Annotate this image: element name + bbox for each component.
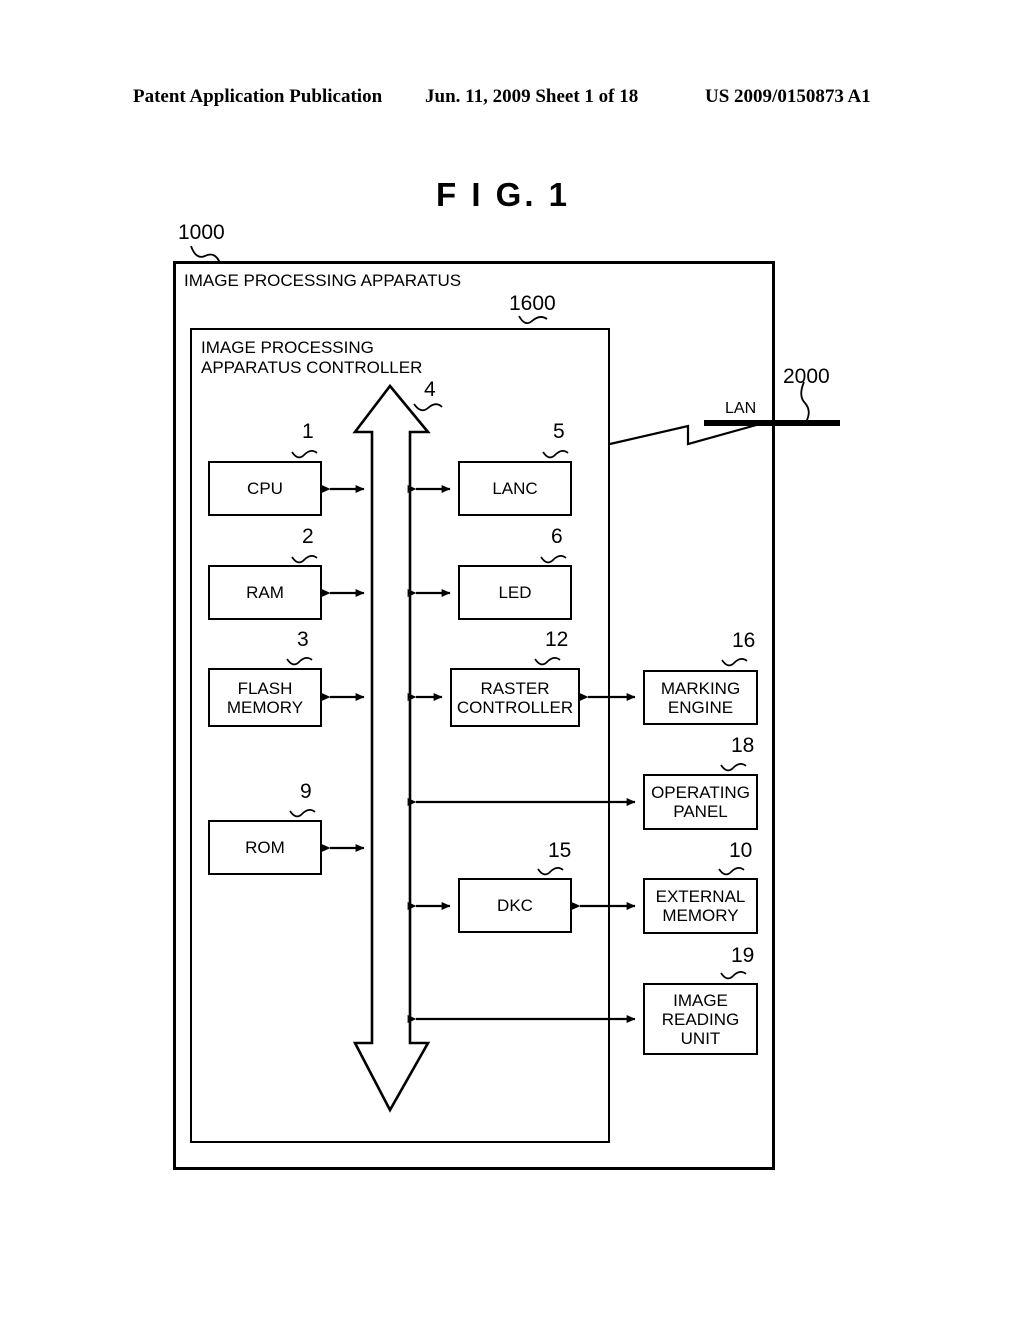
block-raster-controller-label-line1: RASTER bbox=[480, 678, 550, 698]
controller-label-line1: IMAGE PROCESSING bbox=[201, 338, 374, 357]
block-flash-memory-label-line1: FLASH bbox=[237, 678, 293, 698]
block-dkc: DKC bbox=[458, 878, 572, 933]
block-lanc: LANC bbox=[458, 461, 572, 516]
reference-4-bus: 4 bbox=[424, 378, 436, 401]
block-marking-engine-label-line2: ENGINE bbox=[667, 697, 734, 717]
reference-1600: 1600 bbox=[509, 292, 556, 315]
reference-5-lanc: 5 bbox=[553, 420, 565, 443]
figure-title: F I G. 1 bbox=[436, 176, 571, 213]
block-image-reading-unit: IMAGE READING UNIT bbox=[643, 983, 758, 1055]
block-external-memory-label-line1: EXTERNAL bbox=[655, 887, 746, 906]
image-processing-apparatus-controller-frame bbox=[190, 328, 610, 1143]
block-image-reading-unit-label-line1: IMAGE bbox=[673, 990, 728, 1010]
reference-6-led: 6 bbox=[551, 525, 563, 548]
block-marking-engine: MARKING ENGINE bbox=[643, 670, 758, 725]
block-marking-engine-label-line1: MARKING bbox=[660, 678, 741, 698]
block-operating-panel-label-line2: PANEL bbox=[673, 802, 728, 821]
publication-header: Patent Application Publication Jun. 11, … bbox=[0, 86, 1024, 114]
reference-9-rom: 9 bbox=[300, 780, 312, 803]
block-raster-controller: RASTER CONTROLLER bbox=[450, 668, 580, 727]
reference-2000-lan: 2000 bbox=[783, 365, 830, 388]
controller-label-line2: APPARATUS CONTROLLER bbox=[201, 358, 423, 377]
block-led: LED bbox=[458, 565, 572, 620]
block-rom: ROM bbox=[208, 820, 322, 875]
reference-10-external-memory: 10 bbox=[729, 839, 753, 862]
block-flash-memory: FLASH MEMORY bbox=[208, 668, 322, 727]
block-led-label: LED bbox=[498, 583, 532, 602]
reference-3-flash-memory: 3 bbox=[297, 628, 309, 651]
block-external-memory: EXTERNAL MEMORY bbox=[643, 878, 758, 934]
reference-18-operating-panel: 18 bbox=[731, 734, 755, 757]
reference-12-raster-controller: 12 bbox=[545, 628, 569, 651]
image-processing-apparatus-label: IMAGE PROCESSING APPARATUS bbox=[184, 271, 462, 290]
publication-header-number: US 2009/0150873 A1 bbox=[705, 86, 871, 107]
reference-1000: 1000 bbox=[178, 221, 225, 244]
block-operating-panel: OPERATING PANEL bbox=[643, 774, 758, 830]
reference-2-ram: 2 bbox=[302, 525, 314, 548]
publication-header-date: Jun. 11, 2009 Sheet 1 of 18 bbox=[425, 86, 639, 107]
leader-2000 bbox=[800, 381, 810, 423]
block-ram: RAM bbox=[208, 565, 322, 620]
block-operating-panel-label-line1: OPERATING bbox=[651, 783, 750, 802]
block-ram-label: RAM bbox=[246, 583, 284, 602]
block-cpu-label: CPU bbox=[247, 479, 283, 498]
lan-label: LAN bbox=[725, 400, 757, 417]
block-flash-memory-label-line2: MEMORY bbox=[226, 697, 304, 717]
reference-19-image-reading-unit: 19 bbox=[731, 944, 755, 967]
block-cpu: CPU bbox=[208, 461, 322, 516]
reference-15-dkc: 15 bbox=[548, 839, 572, 862]
block-image-reading-unit-label-line3: UNIT bbox=[680, 1028, 721, 1048]
publication-header-left: Patent Application Publication bbox=[133, 86, 383, 107]
block-dkc-label: DKC bbox=[497, 896, 533, 915]
block-raster-controller-label-line2: CONTROLLER bbox=[456, 697, 574, 717]
reference-1-cpu: 1 bbox=[302, 420, 314, 443]
block-external-memory-label-line2: MEMORY bbox=[662, 906, 739, 925]
reference-16-marking-engine: 16 bbox=[732, 629, 756, 652]
block-lanc-label: LANC bbox=[492, 479, 538, 498]
block-image-reading-unit-label-line2: READING bbox=[661, 1009, 740, 1029]
block-rom-label: ROM bbox=[245, 838, 285, 857]
